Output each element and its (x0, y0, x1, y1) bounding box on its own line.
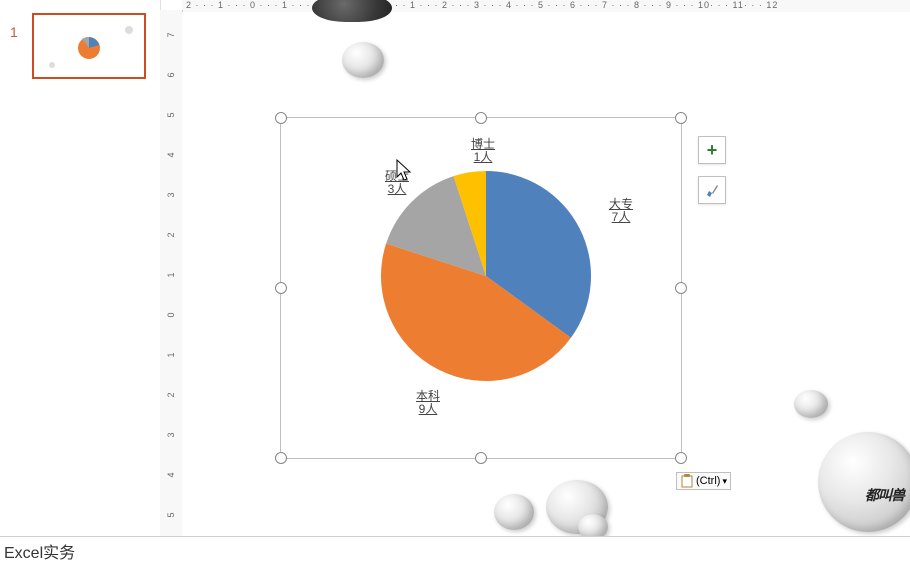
watermark: 都叫兽 (865, 485, 904, 505)
vertical-ruler: 7 6 5 4 3 2 1 0 1 2 3 4 5 (160, 10, 183, 537)
resize-handle-s[interactable] (475, 452, 487, 464)
resize-handle-n[interactable] (475, 112, 487, 124)
plus-icon: + (707, 140, 718, 161)
data-label-boshi: 博士1人 (471, 138, 495, 164)
resize-handle-nw[interactable] (275, 112, 287, 124)
resize-handle-w[interactable] (275, 282, 287, 294)
decoration-blob (312, 0, 392, 22)
chart-object[interactable]: 大专7人 本科9人 硕士3人 博士1人 (280, 117, 682, 459)
paste-options[interactable]: (Ctrl) ▾ (676, 472, 731, 490)
status-bar (0, 536, 910, 567)
slide-edit-area[interactable]: 大专7人 本科9人 硕士3人 博士1人 + (Ctrl) ▾ 都叫兽 (182, 12, 910, 537)
decoration-bubble (342, 42, 384, 78)
chart-styles-button[interactable] (698, 176, 726, 204)
data-label-shuoshi: 硕士3人 (385, 170, 409, 196)
slide-thumbnail-1[interactable] (32, 13, 146, 79)
data-label-dazhuan: 大专7人 (609, 198, 633, 224)
resize-handle-sw[interactable] (275, 452, 287, 464)
chevron-down-icon: ▾ (722, 476, 727, 487)
slide-number: 1 (10, 24, 18, 40)
clipboard-icon (680, 474, 694, 488)
resize-handle-se[interactable] (675, 452, 687, 464)
decoration-bubble (794, 390, 828, 418)
resize-handle-ne[interactable] (675, 112, 687, 124)
pie-chart[interactable] (376, 166, 596, 386)
bottom-label: Excel实务 (4, 539, 75, 563)
thumbnail-panel: 1 (0, 0, 161, 567)
brush-icon (704, 182, 720, 198)
data-label-benke: 本科9人 (416, 390, 440, 416)
chart-elements-button[interactable]: + (698, 136, 726, 164)
decoration-bubble (818, 432, 910, 532)
resize-handle-e[interactable] (675, 282, 687, 294)
decoration-bubble (494, 494, 534, 530)
paste-options-label: (Ctrl) (696, 475, 720, 487)
